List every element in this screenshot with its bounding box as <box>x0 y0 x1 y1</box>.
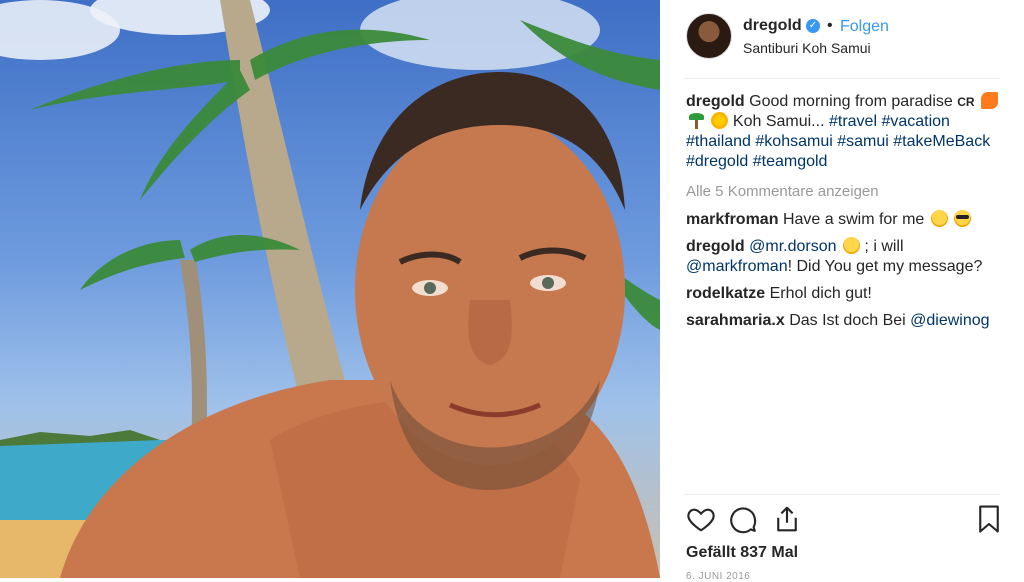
avatar[interactable] <box>686 13 732 59</box>
comment-text: ; i will <box>864 238 904 255</box>
fish-emoji-icon <box>981 92 999 109</box>
follow-button[interactable]: Folgen <box>840 18 889 36</box>
comment-text: Have a swim for me <box>782 211 925 228</box>
sun-emoji-icon <box>711 112 729 129</box>
comment-username[interactable]: markfroman <box>686 211 778 228</box>
hashtag-samui[interactable]: #samui <box>837 133 889 150</box>
post-header: dregold ✓ • Folgen Santiburi Koh Samui <box>684 12 1000 76</box>
separator-dot: • <box>827 17 833 34</box>
location-link[interactable]: Santiburi Koh Samui <box>743 40 871 56</box>
comment: rodelkatze Erhol dich gut! <box>686 284 1000 304</box>
post-photo[interactable] <box>0 0 660 578</box>
verified-badge-icon: ✓ <box>806 19 820 33</box>
comment-text: ! Did You get my message? <box>787 258 983 275</box>
action-bar <box>684 504 1000 538</box>
hashtag-kohsamui[interactable]: #kohsamui <box>755 133 832 150</box>
heart-icon[interactable] <box>686 504 716 534</box>
photo-illustration <box>0 0 660 578</box>
comment-username[interactable]: dregold <box>686 238 745 255</box>
comment-text: Erhol dich gut! <box>769 285 872 302</box>
comments-section: dregold Good morning from paradise CR Ko… <box>686 92 1000 338</box>
mention-link[interactable]: @markfroman <box>686 258 788 275</box>
caption-text: Good morning from paradise <box>749 93 953 110</box>
smile-emoji-icon <box>930 210 948 227</box>
show-all-comments-link[interactable]: Alle 5 Kommentare anzeigen <box>686 182 1000 202</box>
laughing-emoji-icon <box>842 237 860 254</box>
hashtag-vacation[interactable]: #vacation <box>881 113 950 130</box>
cr-text: CR <box>957 95 975 109</box>
caption-username[interactable]: dregold <box>686 93 745 110</box>
comment: dregold @mr.dorson ; i will @markfroman!… <box>686 237 1000 277</box>
bookmark-icon[interactable] <box>976 504 1002 534</box>
comment-username[interactable]: sarahmaria.x <box>686 312 785 329</box>
comment: markfroman Have a swim for me <box>686 210 1000 230</box>
post-date: 6. JUNI 2016 <box>686 571 751 582</box>
comment-text: Das Ist doch Bei <box>789 312 906 329</box>
mention-link[interactable]: @mr.dorson <box>749 238 836 255</box>
header-divider <box>684 78 1000 79</box>
hashtag-thailand[interactable]: #thailand <box>686 133 751 150</box>
mention-link[interactable]: @diewinog <box>910 312 989 329</box>
comment-username[interactable]: rodelkatze <box>686 285 765 302</box>
hashtag-teamgold[interactable]: #teamgold <box>753 153 828 170</box>
caption-text-2: Koh Samui... <box>732 113 825 130</box>
hashtag-dregold[interactable]: #dregold <box>686 153 748 170</box>
author-username[interactable]: dregold <box>743 17 802 35</box>
share-icon[interactable] <box>772 504 802 534</box>
hashtag-travel[interactable]: #travel <box>829 113 877 130</box>
comment-icon[interactable] <box>728 504 758 534</box>
post-sidebar: dregold ✓ • Folgen Santiburi Koh Samui d… <box>660 0 1024 582</box>
comment: sarahmaria.x Das Ist doch Bei @diewinog <box>686 311 1000 331</box>
likes-count[interactable]: Gefällt 837 Mal <box>686 544 798 562</box>
sunglasses-emoji-icon <box>954 210 972 227</box>
caption: dregold Good morning from paradise CR Ko… <box>686 92 1000 172</box>
actions-divider <box>684 494 1000 495</box>
hashtag-takemeback[interactable]: #takeMeBack <box>893 133 990 150</box>
palm-tree-emoji-icon <box>688 112 705 129</box>
